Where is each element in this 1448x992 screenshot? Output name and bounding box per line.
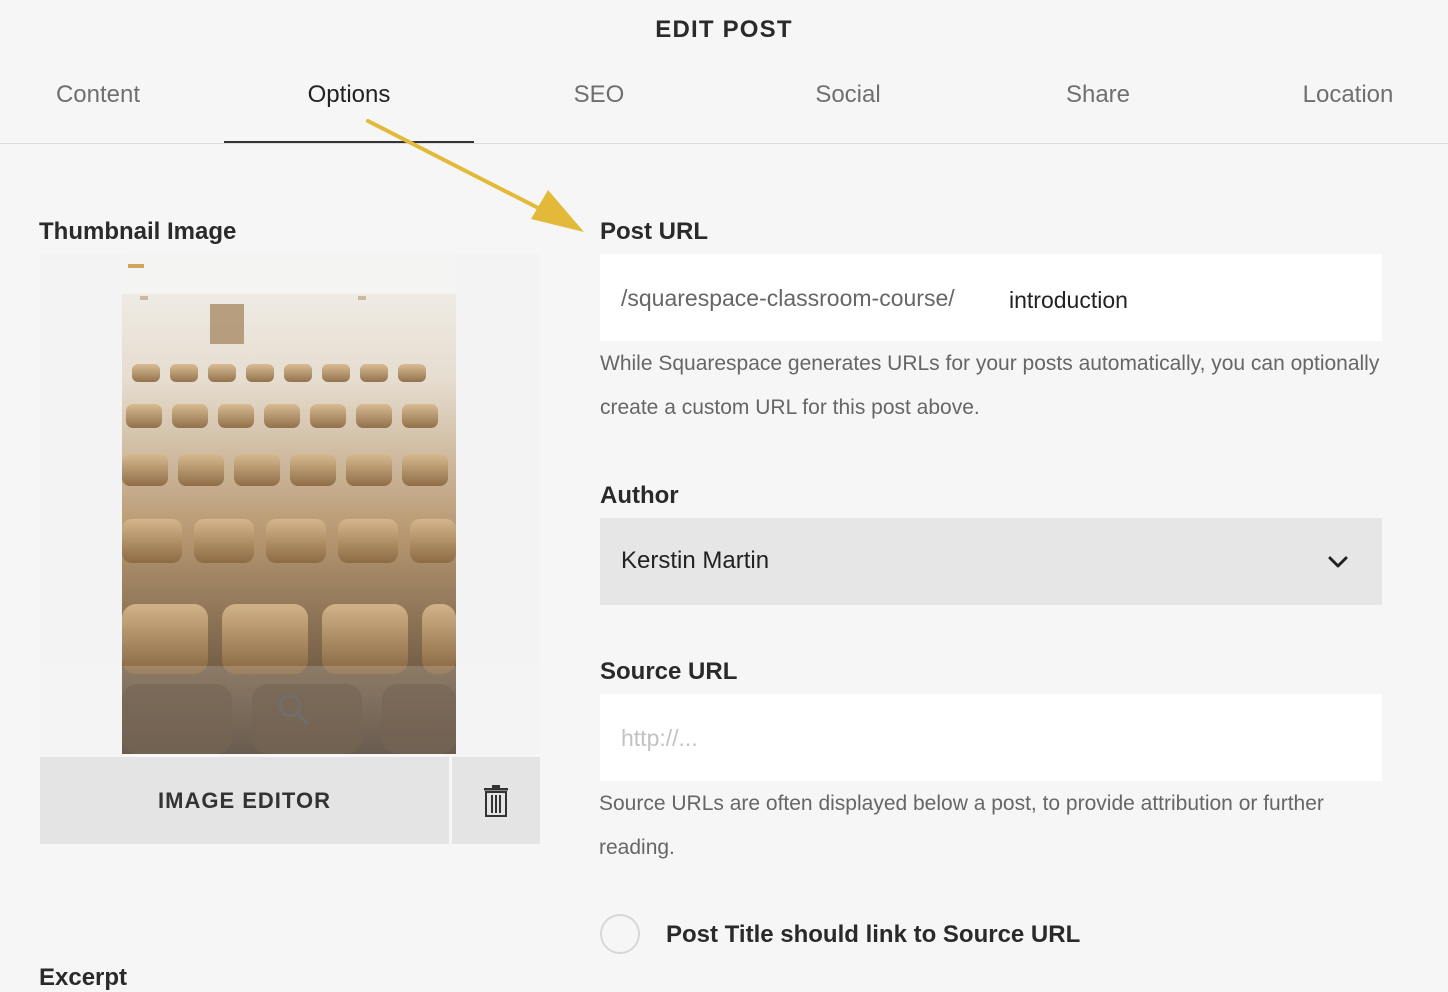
tab-content[interactable]: Content [0, 81, 196, 143]
excerpt-label: Excerpt [39, 964, 128, 991]
source-url-label: Source URL [600, 658, 738, 685]
post-url-label: Post URL [600, 218, 708, 245]
link-to-source-label[interactable]: Post Title should link to Source URL [666, 921, 1080, 949]
post-url-slug-input[interactable] [1009, 287, 1369, 314]
tab-bar: Content Options SEO Social Share Locatio… [0, 66, 1448, 144]
source-url-helper-text: Source URLs are often displayed below a … [599, 792, 1324, 859]
magnifier-icon[interactable] [276, 692, 310, 726]
source-url-input[interactable] [621, 725, 1361, 752]
thumbnail-preview[interactable] [40, 254, 540, 754]
tab-options[interactable]: Options [224, 81, 474, 143]
thumbnail-label: Thumbnail Image [39, 218, 237, 245]
author-label: Author [600, 482, 679, 509]
post-url-helper-text: While Squarespace generates URLs for you… [600, 352, 1380, 419]
chevron-down-icon [1328, 556, 1348, 568]
post-url-field[interactable]: /squarespace-classroom-course/ [600, 254, 1382, 341]
tab-share[interactable]: Share [974, 81, 1222, 143]
author-selected-value: Kerstin Martin [621, 547, 770, 574]
post-url-prefix: /squarespace-classroom-course/ [621, 285, 955, 311]
tab-seo[interactable]: SEO [474, 81, 724, 143]
delete-image-button[interactable] [452, 757, 540, 844]
tab-location[interactable]: Location [1248, 81, 1448, 143]
image-editor-button[interactable]: IMAGE EDITOR [40, 757, 449, 844]
author-select[interactable]: Kerstin Martin [600, 518, 1382, 605]
tab-social[interactable]: Social [724, 81, 972, 143]
page-title: EDIT POST [655, 16, 793, 43]
link-to-source-radio[interactable] [600, 914, 640, 954]
trash-icon [484, 784, 508, 817]
source-url-field[interactable] [600, 694, 1382, 781]
